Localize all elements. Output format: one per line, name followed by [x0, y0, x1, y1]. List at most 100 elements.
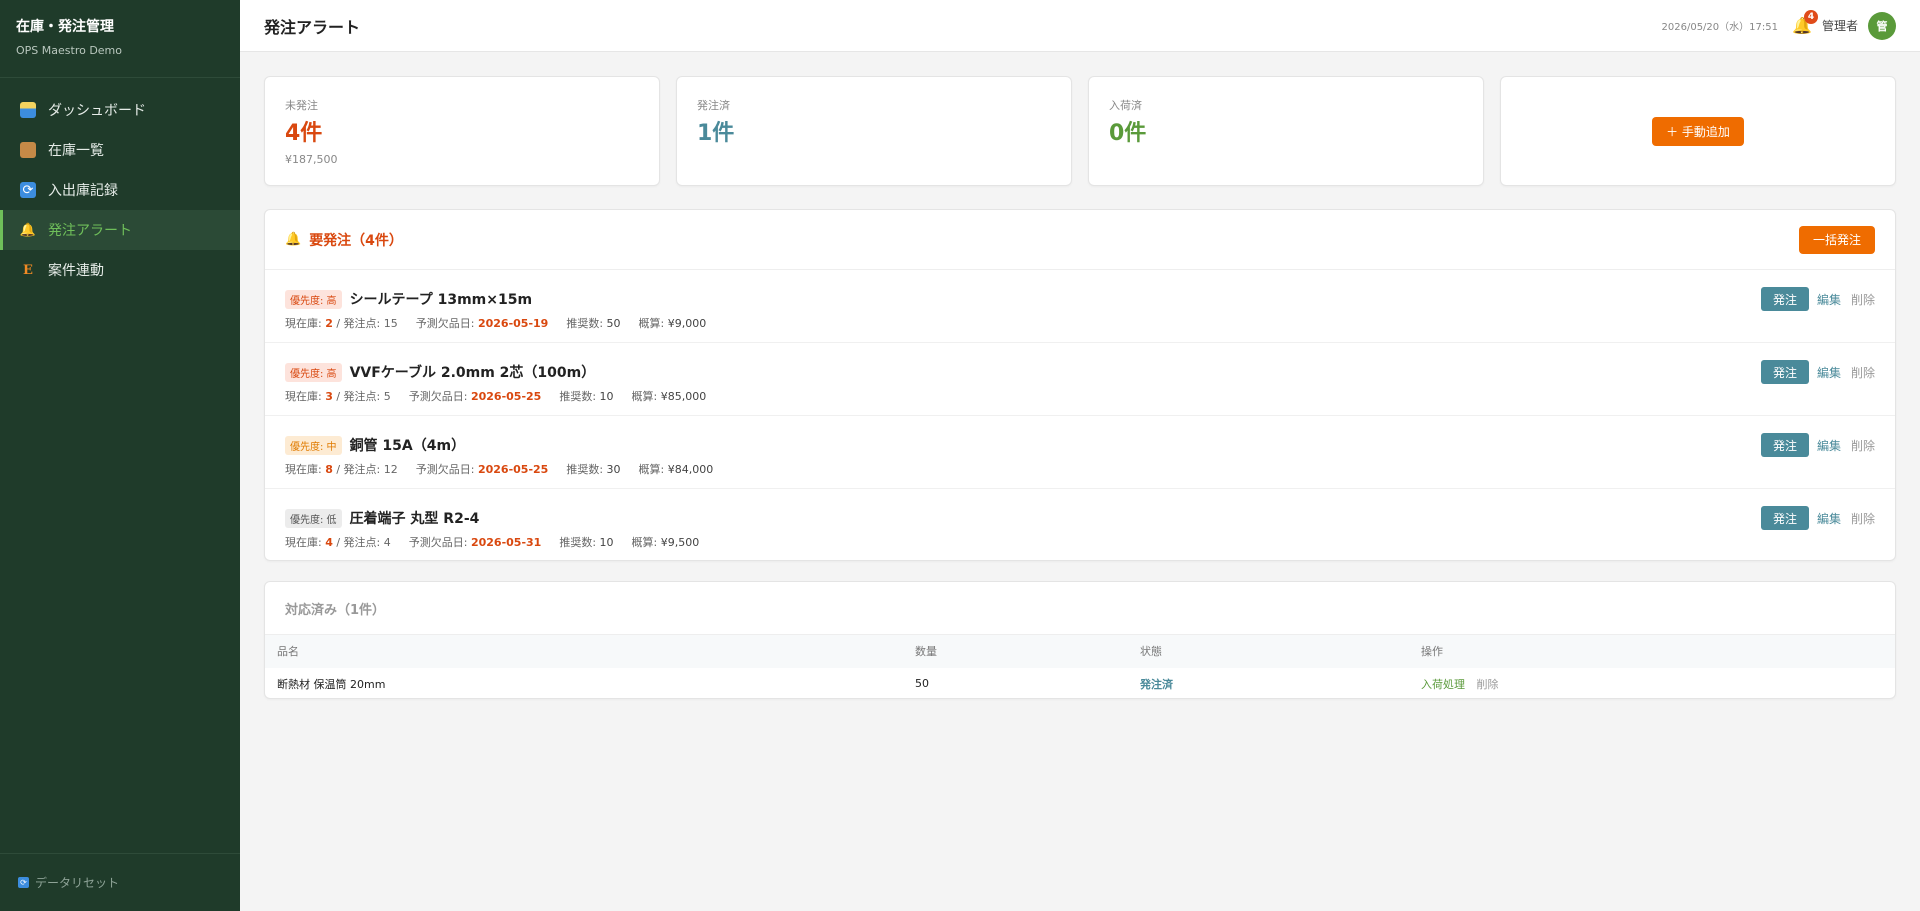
estimate: ¥9,500 — [660, 536, 700, 549]
stock-label: 現在庫: — [285, 463, 326, 476]
recommended-qty: 50 — [606, 317, 621, 330]
completed-panel: 対応済み（1件） 品名 数量 状態 操作 断熱材 保温筒 20mm 50 発注済… — [264, 581, 1896, 699]
priority-badge: 優先度: 高 — [285, 289, 342, 309]
priority-badge: 優先度: 低 — [285, 508, 342, 528]
stats-row: 未発注 4件 ¥187,500 発注済 1件 入荷済 0件 ＋ 手動追加 — [264, 76, 1896, 186]
recommended-label: 推奨数: — [566, 463, 607, 476]
sidebar-item-dashboard[interactable]: ダッシュボード — [0, 90, 240, 130]
bell-icon: 🔔 — [285, 232, 302, 247]
estimate-label: 概算: — [638, 317, 668, 330]
order-button[interactable]: 発注 — [1760, 506, 1809, 530]
recommended-label: 推奨数: — [559, 536, 600, 549]
stat-value: 0件 — [1109, 121, 1147, 146]
table-row: 断熱材 保温筒 20mm 50 発注済 入荷処理 削除 — [265, 668, 1895, 700]
item-name: シールテープ 13mm×15m — [349, 292, 533, 308]
sidebar-item-label: ダッシュボード — [48, 103, 146, 119]
reorder-point: 12 — [383, 463, 398, 476]
shortage-label: 予測欠品日: — [415, 463, 478, 476]
sidebar-item-projects[interactable]: E 案件連動 — [0, 250, 240, 290]
current-stock: 8 — [325, 463, 333, 476]
shortage-label: 予測欠品日: — [408, 536, 471, 549]
row-actions: 発注 編集 削除 — [1760, 433, 1875, 457]
data-reset-label: データリセット — [35, 876, 120, 890]
priority-badge: 優先度: 中 — [285, 435, 342, 455]
edit-link[interactable]: 編集 — [1817, 437, 1841, 454]
panel-title-text: 要発注（4件） — [309, 232, 403, 249]
order-button[interactable]: 発注 — [1760, 360, 1809, 384]
user-name: 管理者 — [1821, 19, 1858, 33]
e-icon: E — [23, 262, 33, 278]
recommended-label: 推奨数: — [559, 390, 600, 403]
alert-row: 優先度: 中 銅管 15A（4m） 現在庫: 8 / 発注点: 12 予測欠品日:… — [265, 416, 1895, 489]
avatar[interactable]: 管 — [1868, 11, 1896, 40]
reorder-point: 15 — [383, 317, 398, 330]
header: 発注アラート 2026/05/20（水）17:51 🔔 4 管理者 管 — [240, 0, 1920, 52]
alert-row: 優先度: 高 VVFケーブル 2.0mm 2芯（100m） 現在庫: 3 / 発… — [265, 343, 1895, 416]
sidebar-item-stock-log[interactable]: ⟳ 入出庫記録 — [0, 170, 240, 210]
chart-icon — [20, 102, 36, 118]
sidebar-item-label: 在庫一覧 — [48, 143, 104, 159]
stat-card-received: 入荷済 0件 — [1088, 76, 1484, 186]
stat-card-ordered: 発注済 1件 — [676, 76, 1072, 186]
estimate: ¥85,000 — [660, 390, 707, 403]
brand-subtitle: OPS Maestro Demo — [16, 44, 123, 57]
shortage-date: 2026-05-25 — [477, 463, 549, 476]
estimate-label: 概算: — [631, 536, 661, 549]
data-reset-button[interactable]: ⟳ データリセット — [0, 853, 240, 911]
stat-value: 4件 — [285, 121, 323, 146]
stat-value: 1件 — [697, 121, 735, 146]
sidebar-item-inventory[interactable]: 在庫一覧 — [0, 130, 240, 170]
bulk-order-button[interactable]: 一括発注 — [1798, 225, 1875, 254]
reorder-label: / 発注点: — [332, 463, 384, 476]
column-header: 品名 — [265, 634, 903, 668]
edit-link[interactable]: 編集 — [1817, 291, 1841, 308]
alert-row: 優先度: 低 圧着端子 丸型 R2-4 現在庫: 4 / 発注点: 4 予測欠品日… — [265, 489, 1895, 562]
notification-badge: 4 — [1803, 9, 1818, 24]
stat-label: 未発注 — [285, 99, 318, 112]
recommended-label: 推奨数: — [566, 317, 607, 330]
delete-link[interactable]: 削除 — [1851, 510, 1875, 527]
edit-link[interactable]: 編集 — [1817, 364, 1841, 381]
manual-add-button[interactable]: ＋ 手動追加 — [1652, 116, 1744, 146]
item-details: 現在庫: 2 / 発注点: 15 予測欠品日: 2026-05-19 推奨数: 50… — [285, 315, 1875, 331]
column-header: 操作 — [1409, 634, 1895, 668]
column-header: 状態 — [1128, 634, 1409, 668]
recommended-qty: 30 — [606, 463, 621, 476]
stat-label: 入荷済 — [1109, 99, 1142, 112]
order-button[interactable]: 発注 — [1760, 287, 1809, 311]
stat-amount: ¥187,500 — [285, 153, 338, 166]
sidebar-item-label: 発注アラート — [48, 223, 132, 239]
datetime: 2026/05/20（水）17:51 — [1661, 22, 1778, 33]
column-header: 数量 — [903, 634, 1128, 668]
reorder-point: 4 — [383, 536, 391, 549]
reorder-point: 5 — [383, 390, 391, 403]
estimate-label: 概算: — [638, 463, 668, 476]
reorder-label: / 発注点: — [332, 390, 384, 403]
bell-icon: 🔔 — [19, 222, 37, 238]
actions-cell: 入荷処理 削除 — [1409, 668, 1895, 700]
notification-button[interactable]: 🔔 4 — [1792, 9, 1818, 36]
order-button[interactable]: 発注 — [1760, 433, 1809, 457]
delete-link[interactable]: 削除 — [1851, 364, 1875, 381]
current-stock: 4 — [325, 536, 333, 549]
stock-label: 現在庫: — [285, 536, 326, 549]
receive-link[interactable]: 入荷処理 — [1421, 678, 1465, 691]
delete-link[interactable]: 削除 — [1851, 291, 1875, 308]
delete-link[interactable]: 削除 — [1851, 437, 1875, 454]
item-name: 断熱材 保温筒 20mm — [277, 677, 386, 691]
header-right: 2026/05/20（水）17:51 🔔 4 管理者 管 — [1661, 9, 1896, 40]
delete-link[interactable]: 削除 — [1477, 678, 1499, 691]
sidebar-item-label: 入出庫記録 — [48, 183, 118, 199]
current-stock: 2 — [325, 317, 333, 330]
panel-title: 🔔 要発注（4件） — [285, 230, 403, 250]
sync-icon: ⟳ — [20, 182, 36, 198]
sidebar: 在庫・発注管理 OPS Maestro Demo ダッシュボード 在庫一覧 ⟳ … — [0, 0, 240, 911]
shortage-date: 2026-05-25 — [470, 390, 542, 403]
edit-link[interactable]: 編集 — [1817, 510, 1841, 527]
reset-icon: ⟳ — [18, 877, 29, 888]
sidebar-item-order-alert[interactable]: 🔔 発注アラート — [0, 210, 240, 250]
stock-label: 現在庫: — [285, 317, 326, 330]
stat-card-pending: 未発注 4件 ¥187,500 — [264, 76, 660, 186]
stock-label: 現在庫: — [285, 390, 326, 403]
item-details: 現在庫: 8 / 発注点: 12 予測欠品日: 2026-05-25 推奨数: 30… — [285, 461, 1875, 477]
